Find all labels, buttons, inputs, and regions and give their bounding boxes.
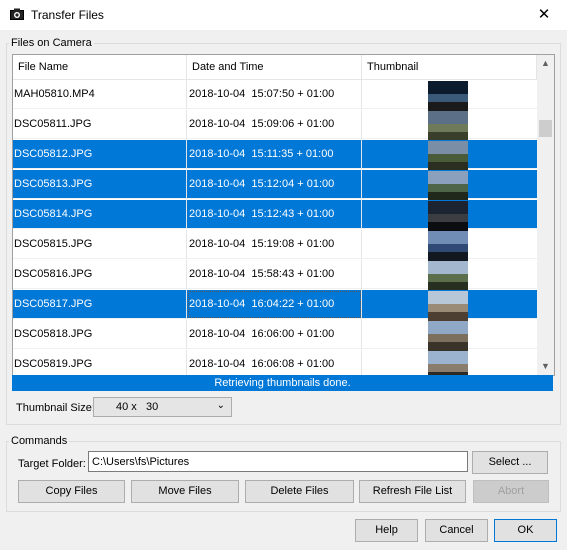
move-files-button[interactable]: Move Files	[131, 480, 239, 503]
thumbnail-size-dropdown[interactable]: 40 x 30 ⌄	[93, 397, 232, 417]
file-name-cell: DSC05819.JPG	[13, 350, 187, 375]
thumbnail-size-value: 40 x 30	[116, 401, 159, 413]
table-row[interactable]: DSC05813.JPG 2018-10-04 15:12:04 + 01:00	[13, 170, 537, 201]
thumbnail-cell	[362, 170, 537, 201]
thumbnail-image	[428, 291, 468, 321]
thumbnail-image	[428, 81, 468, 111]
table-header: File Name Date and Time Thumbnail	[13, 55, 537, 80]
date-time-cell: 2018-10-04 15:19:08 + 01:00	[187, 230, 362, 259]
abort-button[interactable]: Abort	[473, 480, 549, 503]
target-folder-field[interactable]	[88, 451, 468, 472]
window-title: Transfer Files	[31, 8, 104, 22]
table-row[interactable]: DSC05814.JPG 2018-10-04 15:12:43 + 01:00	[13, 200, 537, 231]
thumbnail-image	[428, 261, 468, 291]
file-name-cell: DSC05812.JPG	[13, 140, 187, 169]
file-name-cell: DSC05817.JPG	[13, 290, 187, 319]
thumbnail-cell	[362, 320, 537, 351]
table-row[interactable]: MAH05810.MP4 2018-10-04 15:07:50 + 01:00	[13, 80, 537, 111]
file-name-cell: DSC05814.JPG	[13, 200, 187, 229]
thumbnail-image	[428, 141, 468, 171]
target-folder-input[interactable]	[89, 452, 462, 471]
column-header-date-time[interactable]: Date and Time	[187, 55, 362, 79]
help-button[interactable]: Help	[355, 519, 418, 542]
file-name-cell: DSC05816.JPG	[13, 260, 187, 289]
table-row[interactable]: DSC05819.JPG 2018-10-04 16:06:08 + 01:00	[13, 350, 537, 375]
ok-button[interactable]: OK	[494, 519, 557, 542]
delete-files-button[interactable]: Delete Files	[245, 480, 354, 503]
thumbnail-cell	[362, 290, 537, 321]
scroll-up-icon[interactable]: ▲	[537, 55, 554, 72]
file-table[interactable]: File Name Date and Time Thumbnail MAH058…	[12, 54, 555, 376]
title-bar: Transfer Files ✕	[0, 0, 567, 30]
date-time-cell: 2018-10-04 15:12:43 + 01:00	[187, 200, 362, 229]
date-time-cell: 2018-10-04 15:07:50 + 01:00	[187, 80, 362, 109]
file-name-cell: DSC05818.JPG	[13, 320, 187, 349]
date-time-cell: 2018-10-04 15:11:35 + 01:00	[187, 140, 362, 169]
thumbnail-image	[428, 111, 468, 141]
select-folder-button[interactable]: Select ...	[472, 451, 548, 474]
date-time-cell: 2018-10-04 16:04:22 + 01:00	[187, 290, 362, 319]
thumbnail-image	[428, 321, 468, 351]
file-name-cell: MAH05810.MP4	[13, 80, 187, 109]
thumbnail-image	[428, 201, 468, 231]
file-name-cell: DSC05815.JPG	[13, 230, 187, 259]
chevron-down-icon: ⌄	[216, 400, 225, 411]
camera-icon	[10, 8, 24, 20]
column-header-thumbnail[interactable]: Thumbnail	[362, 55, 537, 79]
file-name-cell: DSC05811.JPG	[13, 110, 187, 139]
scroll-thumb[interactable]	[539, 120, 552, 137]
scroll-down-icon[interactable]: ▼	[537, 358, 554, 375]
refresh-file-list-button[interactable]: Refresh File List	[359, 480, 466, 503]
table-row[interactable]: DSC05812.JPG 2018-10-04 15:11:35 + 01:00	[13, 140, 537, 171]
table-row[interactable]: DSC05817.JPG 2018-10-04 16:04:22 + 01:00	[13, 290, 537, 321]
commands-group-legend: Commands	[11, 435, 68, 447]
thumbnail-size-label: Thumbnail Size:	[16, 402, 95, 414]
date-time-cell: 2018-10-04 15:12:04 + 01:00	[187, 170, 362, 199]
thumbnail-cell	[362, 80, 537, 111]
table-row[interactable]: DSC05811.JPG 2018-10-04 15:09:06 + 01:00	[13, 110, 537, 141]
status-bar: Retrieving thumbnails done.	[12, 375, 553, 391]
copy-files-button[interactable]: Copy Files	[18, 480, 125, 503]
vertical-scrollbar[interactable]: ▲ ▼	[537, 55, 554, 375]
date-time-cell: 2018-10-04 16:06:00 + 01:00	[187, 320, 362, 349]
cancel-button[interactable]: Cancel	[425, 519, 488, 542]
column-header-file-name[interactable]: File Name	[13, 55, 187, 79]
thumbnail-cell	[362, 230, 537, 261]
file-name-cell: DSC05813.JPG	[13, 170, 187, 199]
date-time-cell: 2018-10-04 16:06:08 + 01:00	[187, 350, 362, 375]
thumbnail-cell	[362, 110, 537, 141]
close-icon[interactable]: ✕	[521, 0, 567, 30]
files-group-legend: Files on Camera	[11, 37, 92, 49]
thumbnail-image	[428, 171, 468, 201]
thumbnail-cell	[362, 200, 537, 231]
date-time-cell: 2018-10-04 15:09:06 + 01:00	[187, 110, 362, 139]
table-row[interactable]: DSC05818.JPG 2018-10-04 16:06:00 + 01:00	[13, 320, 537, 351]
thumbnail-cell	[362, 140, 537, 171]
thumbnail-image	[428, 231, 468, 261]
table-row[interactable]: DSC05816.JPG 2018-10-04 15:58:43 + 01:00	[13, 260, 537, 291]
date-time-cell: 2018-10-04 15:58:43 + 01:00	[187, 260, 362, 289]
thumbnail-image	[428, 351, 468, 375]
target-folder-label: Target Folder:	[18, 458, 86, 470]
thumbnail-cell	[362, 350, 537, 375]
table-row[interactable]: DSC05815.JPG 2018-10-04 15:19:08 + 01:00	[13, 230, 537, 261]
thumbnail-cell	[362, 260, 537, 291]
